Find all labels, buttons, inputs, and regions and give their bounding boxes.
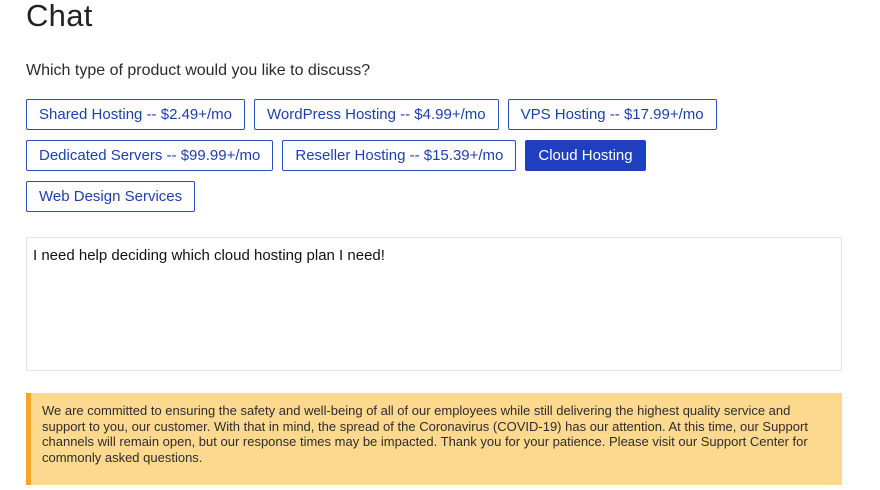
product-option-dedicated-servers[interactable]: Dedicated Servers -- $99.99+/mo: [26, 140, 274, 171]
chat-page: Chat Which type of product would you lik…: [0, 0, 880, 490]
product-option-wordpress-hosting[interactable]: WordPress Hosting -- $4.99+/mo: [254, 99, 499, 130]
product-options-row: Web Design Services: [26, 181, 826, 212]
product-option-reseller-hosting[interactable]: Reseller Hosting -- $15.39+/mo: [282, 140, 517, 171]
page-title: Chat: [26, 0, 93, 33]
product-option-cloud-hosting[interactable]: Cloud Hosting: [525, 140, 646, 171]
product-option-web-design-services[interactable]: Web Design Services: [26, 181, 196, 212]
product-option-vps-hosting[interactable]: VPS Hosting -- $17.99+/mo: [507, 99, 717, 130]
product-options: Shared Hosting -- $2.49+/mo WordPress Ho…: [26, 99, 826, 222]
product-question: Which type of product would you like to …: [26, 62, 371, 79]
message-textarea[interactable]: I need help deciding which cloud hosting…: [26, 237, 842, 371]
covid-notice: We are committed to ensuring the safety …: [26, 393, 842, 485]
product-options-row: Dedicated Servers -- $99.99+/mo Reseller…: [26, 140, 826, 171]
product-option-shared-hosting[interactable]: Shared Hosting -- $2.49+/mo: [26, 99, 246, 130]
product-options-row: Shared Hosting -- $2.49+/mo WordPress Ho…: [26, 99, 826, 130]
